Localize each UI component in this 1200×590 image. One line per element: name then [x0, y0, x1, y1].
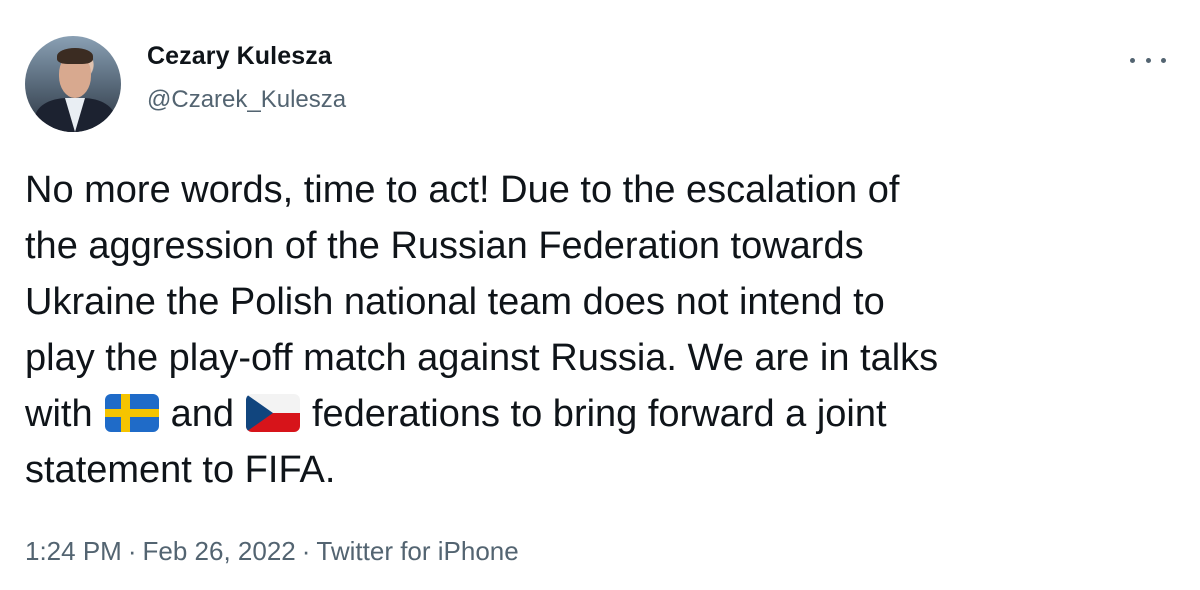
more-dot	[1161, 57, 1166, 63]
avatar-hair	[57, 48, 93, 64]
tweet-card: Cezary Kulesza @Czarek_Kulesza No more w…	[0, 0, 1200, 590]
author-name[interactable]: Cezary Kulesza	[147, 42, 332, 71]
czech-flag-icon	[245, 394, 300, 432]
more-dot	[1145, 57, 1151, 63]
meta-separator: ·	[127, 536, 137, 566]
avatar[interactable]	[25, 36, 121, 132]
tweet-text-line: Ukraine the Polish national team does no…	[25, 281, 885, 323]
tweet-date[interactable]: Feb 26, 2022	[143, 536, 296, 566]
meta-separator: ·	[301, 536, 311, 566]
more-dot	[1130, 57, 1135, 63]
tweet-text-line: the aggression of the Russian Federation…	[25, 225, 864, 267]
tweet-text-line: with and federations to bring forward a jo…	[25, 386, 1175, 442]
tweet-text-fragment: and	[170, 393, 234, 435]
tweet-time[interactable]: 1:24 PM	[25, 536, 122, 566]
more-options-icon[interactable]	[1130, 48, 1166, 72]
author-handle[interactable]: @Czarek_Kulesza	[147, 86, 346, 114]
tweet-meta: 1:24 PM · Feb 26, 2022 · Twitter for iPhone	[25, 536, 519, 567]
tweet-text-fragment: with	[25, 393, 93, 435]
tweet-text-line: play the play-off match against Russia. …	[25, 337, 939, 379]
tweet-text-line: No more words, time to act! Due to the e…	[25, 169, 900, 211]
tweet-text: No more words, time to act! Due to the e…	[25, 162, 1175, 498]
tweet-source[interactable]: Twitter for iPhone	[316, 536, 518, 566]
sweden-flag-icon	[104, 394, 159, 432]
tweet-text-line: statement to FIFA.	[25, 449, 336, 491]
tweet-text-fragment: federations to bring forward a joint	[311, 393, 887, 435]
